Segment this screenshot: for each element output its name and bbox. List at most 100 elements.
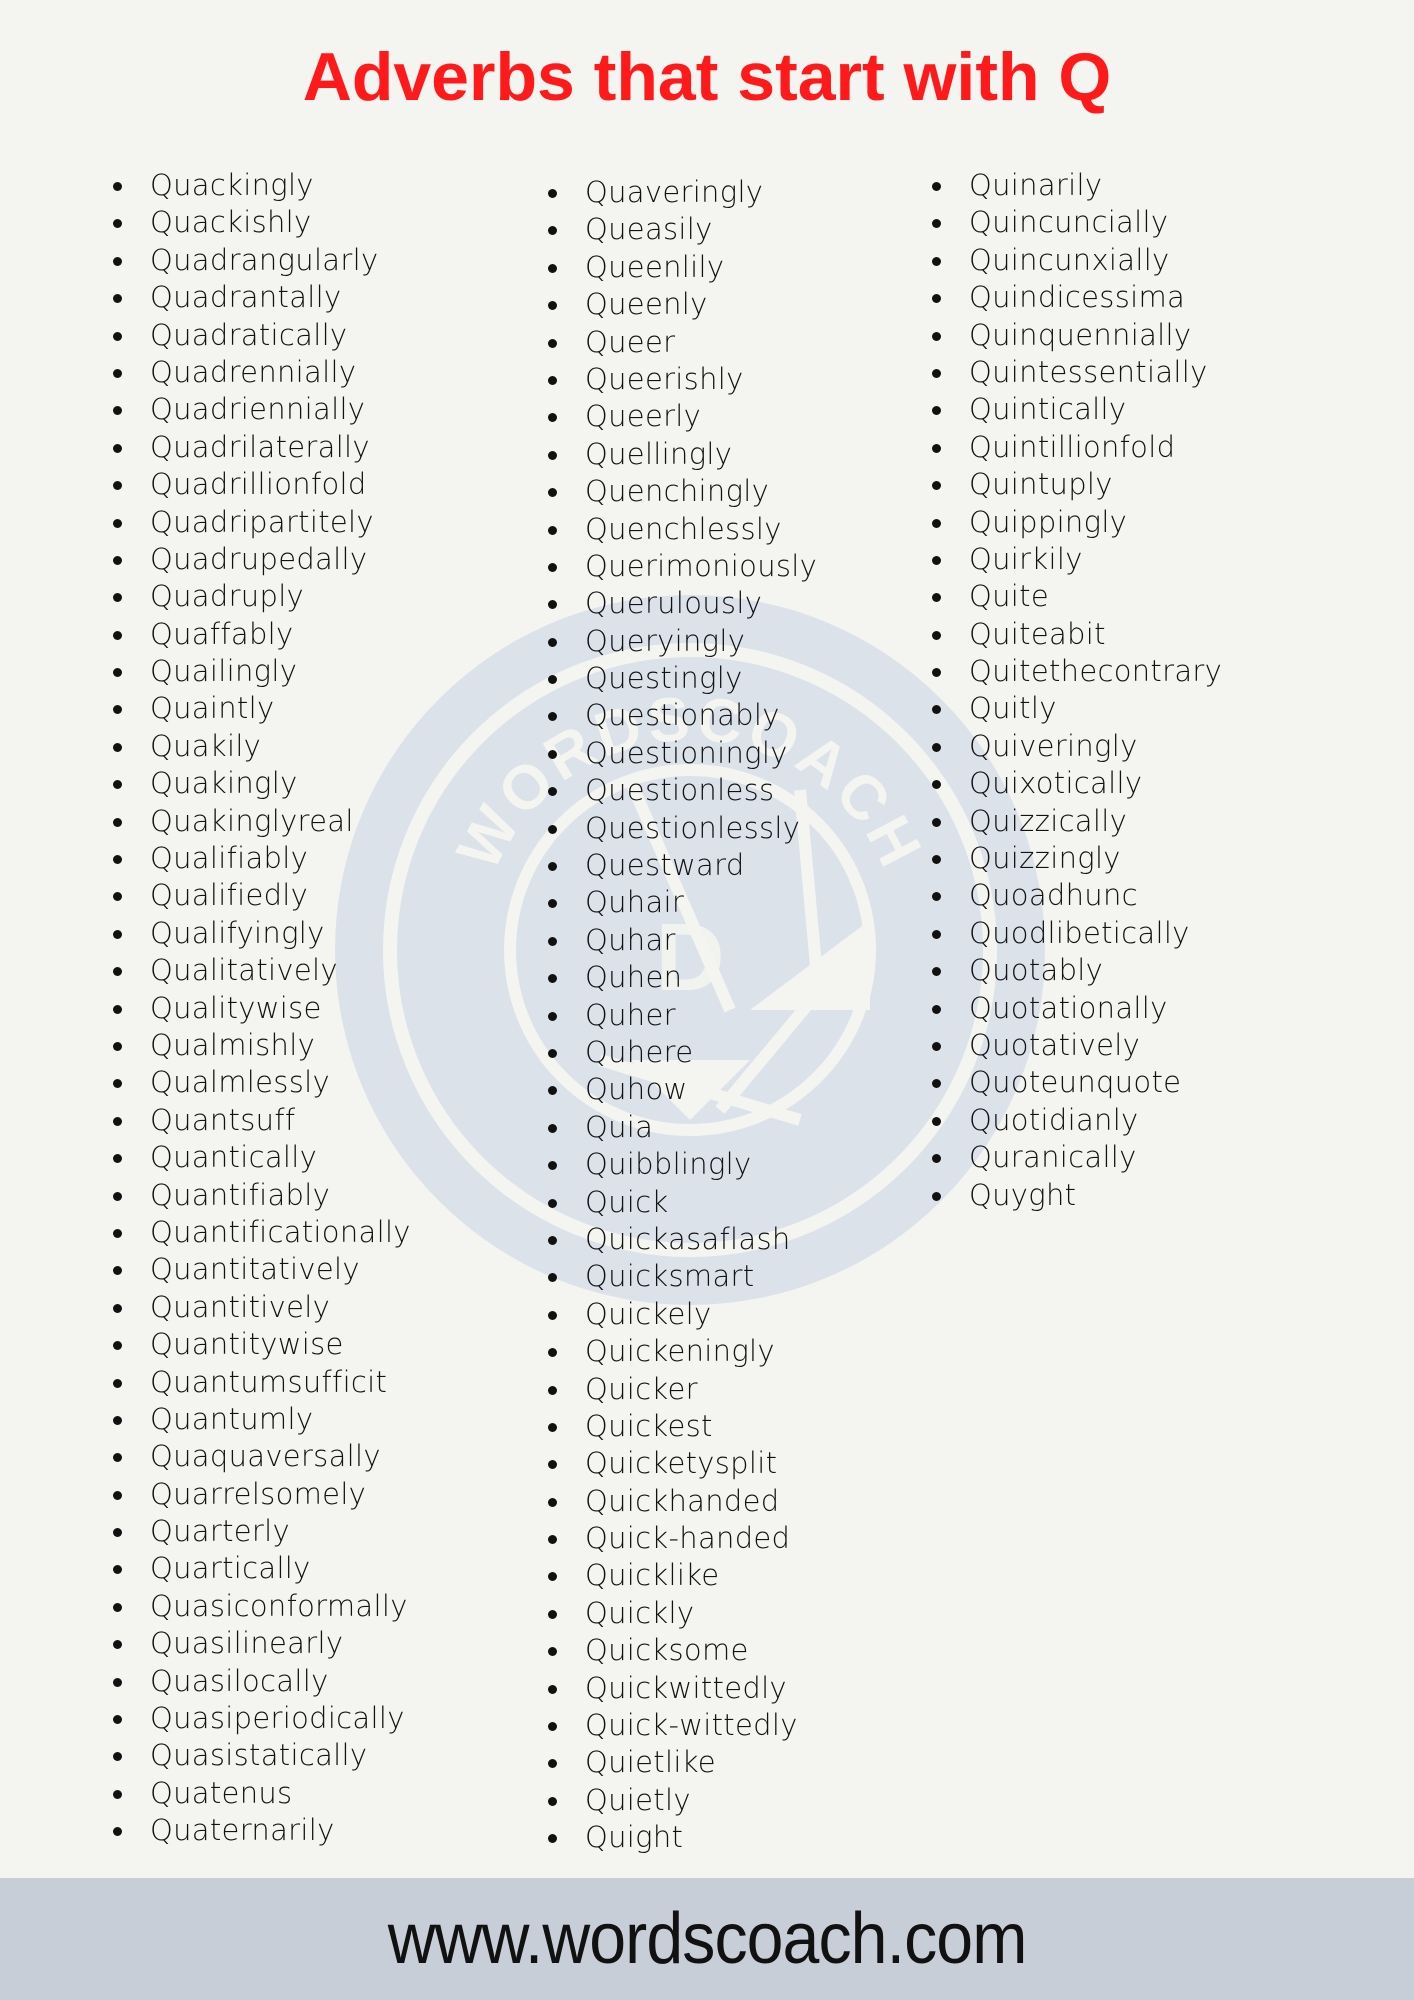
bullet-icon — [932, 256, 941, 266]
list-item: Quellingly — [548, 436, 817, 473]
adverb-word: Quadrennially — [150, 354, 357, 389]
adverb-word: Quotatively — [969, 1027, 1141, 1062]
list-item: Quantitatively — [113, 1251, 411, 1288]
adverb-word: Quiveringly — [969, 728, 1138, 763]
adverb-word: Qualitywise — [150, 990, 322, 1025]
adverb-word: Questionless — [585, 773, 775, 808]
bullet-icon — [932, 892, 941, 902]
adverb-word: Quadrangularly — [150, 242, 379, 277]
list-item: Quickely — [548, 1296, 817, 1333]
bullet-icon — [548, 1011, 557, 1021]
bullet-icon — [548, 787, 557, 797]
adverb-word: Queenly — [585, 287, 708, 322]
adverb-word: Quantitatively — [150, 1252, 360, 1287]
adverb-word: Quoteunquote — [969, 1065, 1182, 1100]
list-item: Quickasaflash — [548, 1221, 817, 1258]
list-item: Qualifiedly — [113, 877, 411, 914]
bullet-icon — [932, 481, 941, 491]
adverb-word: Quoadhunc — [969, 878, 1138, 913]
bullet-icon — [932, 929, 941, 939]
list-item: Quackingly — [113, 167, 411, 204]
adverb-word: Quickely — [585, 1296, 712, 1331]
adverb-word: Quizzingly — [969, 841, 1121, 876]
list-item: Quackishly — [113, 204, 411, 241]
bullet-icon — [113, 1789, 122, 1799]
bullet-icon — [113, 294, 122, 304]
adverb-word: Quadrilaterally — [150, 429, 370, 464]
adverb-word: Quhar — [585, 922, 676, 957]
adverb-word: Quibblingly — [585, 1147, 752, 1182]
adverb-word: Quasiperiodically — [150, 1701, 405, 1736]
adverb-word: Quantifiably — [150, 1177, 331, 1212]
list-item: Quincunxially — [932, 242, 1222, 279]
bullet-icon — [113, 1154, 122, 1164]
list-item: Quaveringly — [548, 174, 817, 211]
adverb-word: Quicker — [585, 1371, 698, 1406]
adverb-word: Quight — [585, 1820, 684, 1855]
list-item: Quicklike — [548, 1557, 817, 1594]
adverb-word: Quarrelsomely — [150, 1476, 367, 1511]
bullet-icon — [113, 1004, 122, 1014]
bullet-icon — [932, 630, 941, 640]
adverb-word: Quantitywise — [150, 1327, 344, 1362]
adverb-word: Questward — [585, 848, 745, 883]
word-column-2: Quaveringly Queasily Queenlily Queenly Queer… — [548, 174, 817, 1857]
bullet-icon — [113, 1341, 122, 1351]
list-item: Quaquaversally — [113, 1438, 411, 1475]
bullet-icon — [113, 1565, 122, 1575]
adverb-word: Quantically — [150, 1140, 318, 1175]
list-item: Quantitively — [113, 1289, 411, 1326]
bullet-icon — [113, 1303, 122, 1313]
adverb-word: Quickeningly — [585, 1334, 775, 1369]
adverb-word: Quintically — [969, 392, 1127, 427]
bullet-icon — [113, 967, 122, 977]
bullet-icon — [932, 294, 941, 304]
adverb-word: Quakinglyreal — [150, 803, 354, 838]
bullet-icon — [932, 443, 941, 453]
list-item: Quippingly — [932, 504, 1222, 541]
adverb-word: Queerishly — [585, 361, 744, 396]
adverb-word: Quantumly — [150, 1401, 314, 1436]
adverb-word: Quizzically — [969, 803, 1128, 838]
list-item: Quitly — [932, 690, 1222, 727]
bullet-icon — [932, 219, 941, 229]
list-item: Quitethecontrary — [932, 653, 1222, 690]
bullet-icon — [113, 1640, 122, 1650]
bullet-icon — [113, 1266, 122, 1276]
list-item: Quick — [548, 1184, 817, 1221]
adverb-word: Quadratically — [150, 317, 348, 352]
list-item: Quicksome — [548, 1632, 817, 1669]
bullet-icon — [113, 1602, 122, 1612]
list-item: Quaintly — [113, 690, 411, 727]
list-item: Questionlessly — [548, 810, 817, 847]
bullet-icon — [548, 1123, 557, 1133]
list-item: Qualitywise — [113, 990, 411, 1027]
list-item: Quincuncially — [932, 204, 1222, 241]
footer-website-link[interactable]: www.wordscoach.com — [388, 1898, 1028, 1980]
bullet-icon — [113, 555, 122, 565]
adverb-word: Quellingly — [585, 436, 733, 471]
adverb-word: Quackingly — [150, 168, 314, 202]
bullet-icon — [113, 1378, 122, 1388]
bullet-icon — [548, 1235, 557, 1245]
adverb-word: Quadrupedally — [150, 541, 368, 576]
adverb-word: Quippingly — [969, 504, 1128, 539]
bullet-icon — [932, 406, 941, 416]
list-item: Quarterly — [113, 1513, 411, 1550]
bullet-icon — [113, 780, 122, 790]
bullet-icon — [113, 1752, 122, 1762]
bullet-icon — [548, 712, 557, 722]
bullet-icon — [113, 630, 122, 640]
bullet-icon — [548, 450, 557, 460]
list-item: Quadrupedally — [113, 541, 411, 578]
adverb-word: Queenlily — [585, 249, 725, 284]
list-item: Queasily — [548, 211, 817, 248]
list-item: Quarrelsomely — [113, 1476, 411, 1513]
list-item: Quintillionfold — [932, 429, 1222, 466]
list-item: Quite — [932, 578, 1222, 615]
list-item: Quotably — [932, 952, 1222, 989]
list-item: Quasistatically — [113, 1737, 411, 1774]
list-item: Quinarily — [932, 167, 1222, 204]
list-item: Quight — [548, 1819, 817, 1856]
bullet-icon — [932, 593, 941, 603]
